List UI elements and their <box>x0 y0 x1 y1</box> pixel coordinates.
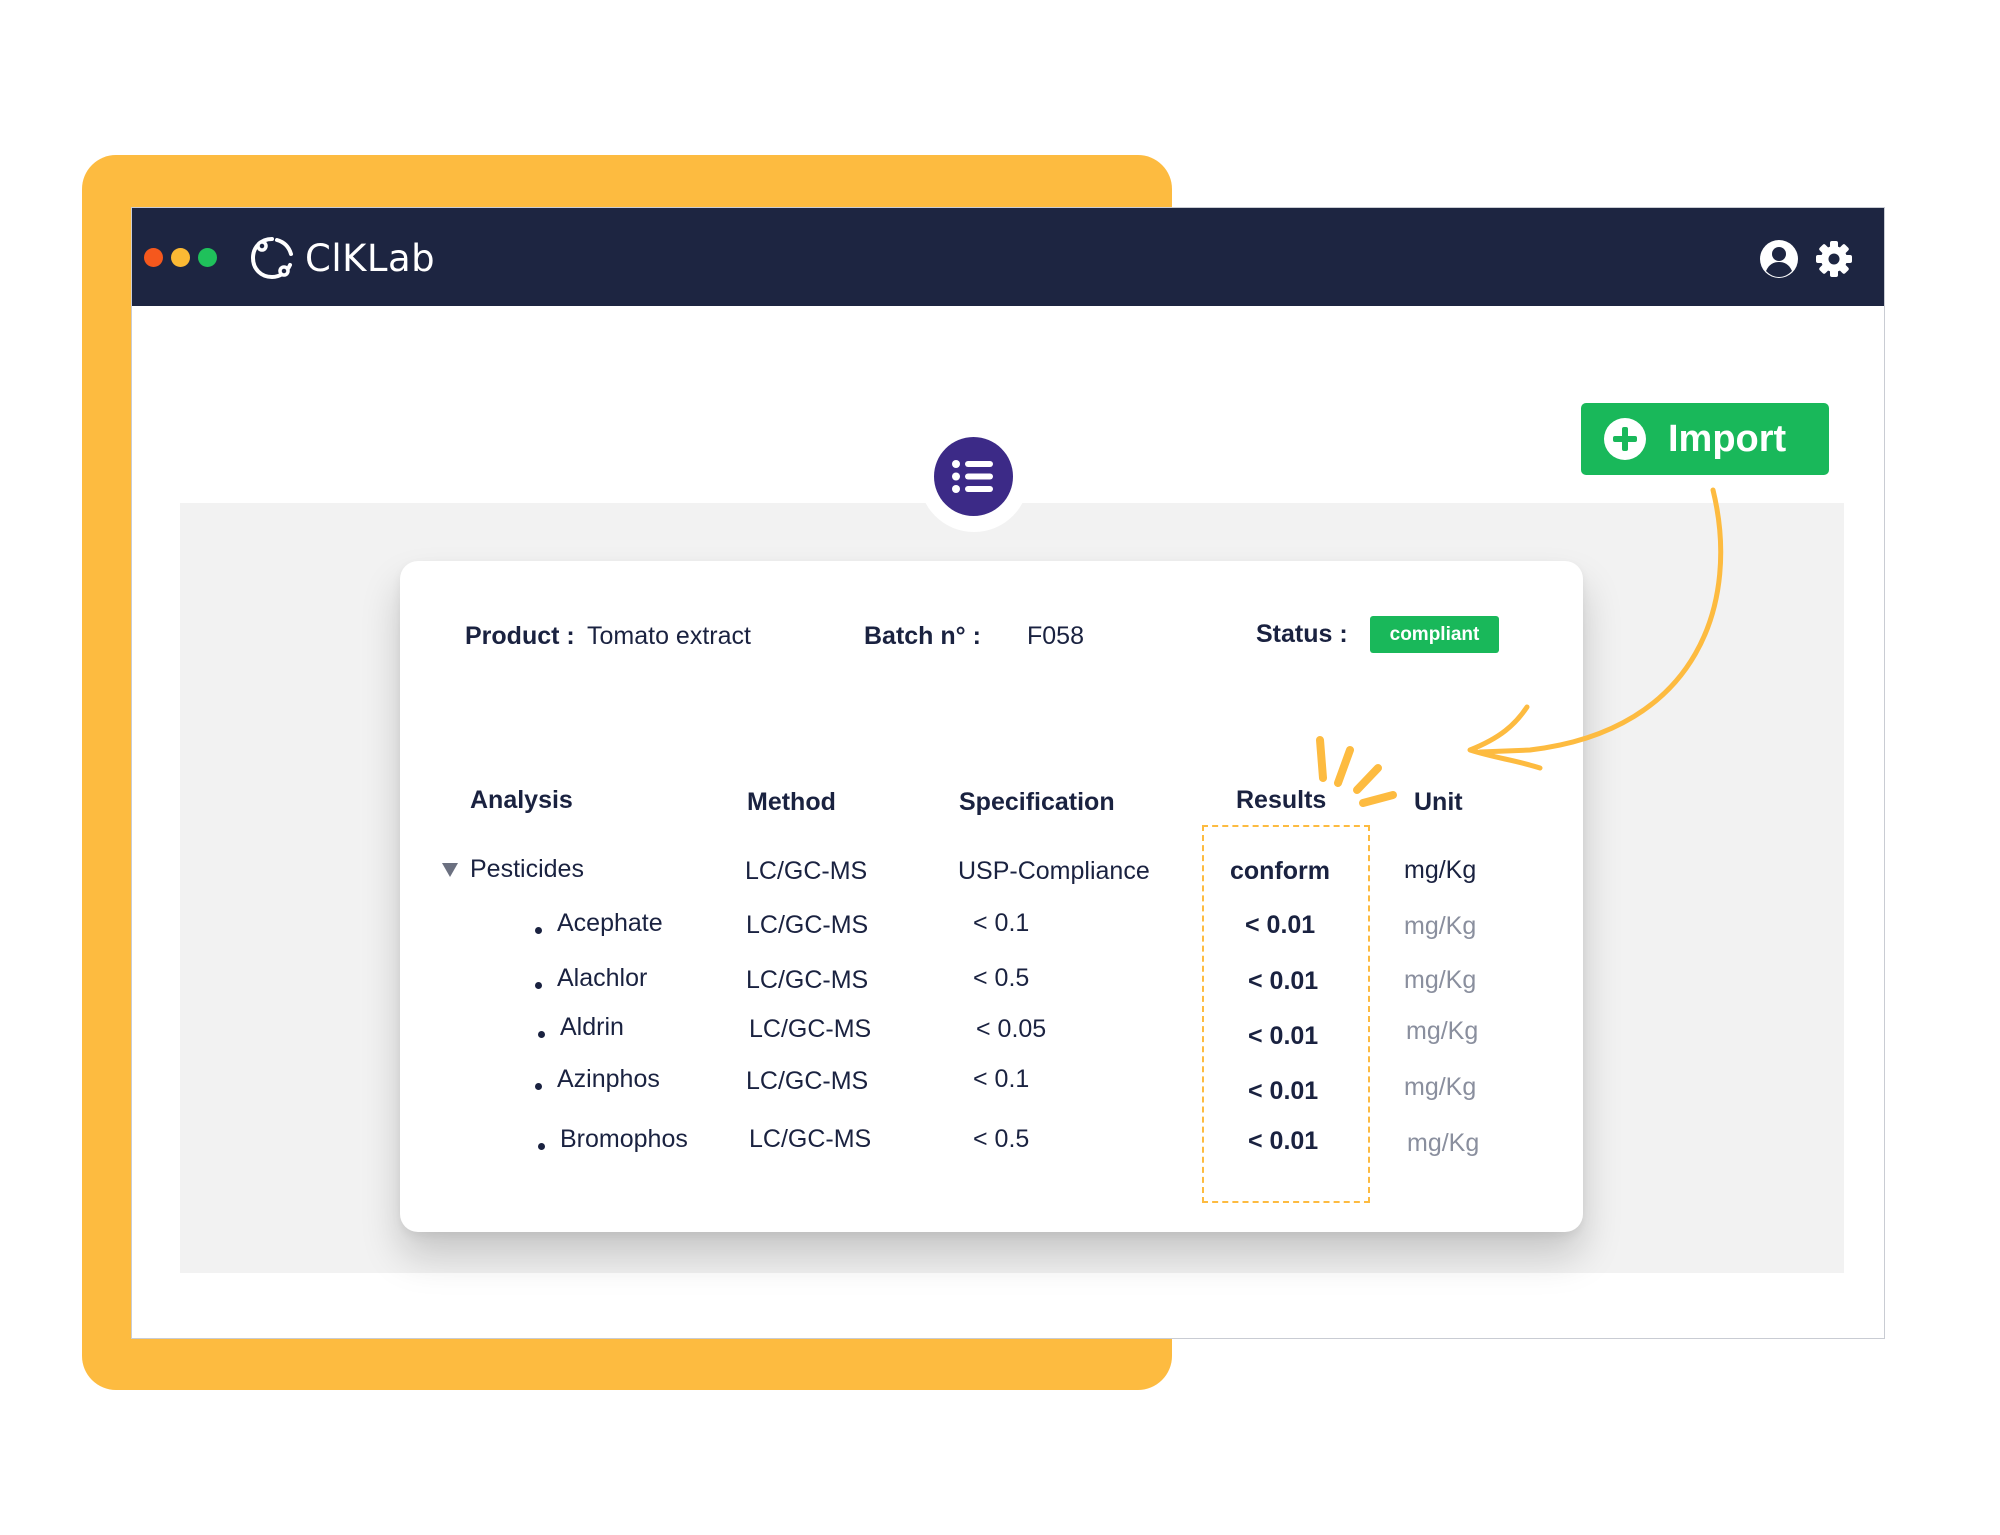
bullet-icon <box>538 1031 545 1038</box>
row-result: < 0.01 <box>1248 1022 1319 1050</box>
batch-value: F058 <box>1027 622 1084 650</box>
row-method: LC/GC-MS <box>746 1067 869 1095</box>
bullet-icon <box>535 927 542 934</box>
window-minimize-dot[interactable] <box>171 248 190 267</box>
window-close-dot[interactable] <box>144 248 163 267</box>
analysis-card: Product : Tomato extract Batch n° : F058… <box>400 561 1583 1232</box>
list-icon <box>952 460 993 493</box>
row-unit: mg/Kg <box>1406 1017 1479 1045</box>
import-button-label: Import <box>1668 418 1787 460</box>
logo-icon <box>250 237 293 280</box>
header-analysis: Analysis <box>470 786 573 814</box>
row-analysis: Azinphos <box>557 1065 660 1093</box>
top-bar: ClKLab <box>132 208 1884 306</box>
row-specification: < 0.5 <box>973 1125 1030 1153</box>
row-analysis: Acephate <box>557 909 663 937</box>
row-specification: < 0.1 <box>973 1065 1030 1093</box>
group-specification: USP-Compliance <box>958 857 1150 885</box>
row-unit: mg/Kg <box>1404 966 1477 994</box>
row-analysis: Bromophos <box>560 1125 688 1153</box>
row-result: < 0.01 <box>1248 967 1319 995</box>
header-specification: Specification <box>959 788 1115 816</box>
row-analysis: Aldrin <box>560 1013 624 1041</box>
status-badge: compliant <box>1370 616 1499 653</box>
group-result: conform <box>1230 857 1330 885</box>
list-view-button[interactable] <box>934 437 1013 516</box>
window-maximize-dot[interactable] <box>198 248 217 267</box>
user-icon[interactable] <box>1758 238 1800 280</box>
row-method: LC/GC-MS <box>749 1015 872 1043</box>
row-analysis: Alachlor <box>557 964 648 992</box>
group-unit: mg/Kg <box>1404 856 1477 884</box>
product-label: Product : <box>465 622 575 650</box>
bullet-icon <box>535 1083 542 1090</box>
row-method: LC/GC-MS <box>749 1125 872 1153</box>
row-unit: mg/Kg <box>1404 912 1477 940</box>
row-method: LC/GC-MS <box>746 911 869 939</box>
row-result: < 0.01 <box>1248 1077 1319 1105</box>
row-specification: < 0.05 <box>976 1015 1047 1043</box>
row-result: < 0.01 <box>1245 911 1316 939</box>
product-value: Tomato extract <box>587 622 751 650</box>
app-name: ClKLab <box>305 236 436 280</box>
row-unit: mg/Kg <box>1407 1129 1480 1157</box>
header-results: Results <box>1236 786 1327 814</box>
bullet-icon <box>538 1143 545 1150</box>
row-unit: mg/Kg <box>1404 1073 1477 1101</box>
group-name: Pesticides <box>470 855 584 883</box>
group-method: LC/GC-MS <box>745 857 868 885</box>
row-method: LC/GC-MS <box>746 966 869 994</box>
plus-circle-icon <box>1604 418 1646 460</box>
gear-icon[interactable] <box>1815 240 1853 278</box>
row-specification: < 0.5 <box>973 964 1030 992</box>
batch-label: Batch n° : <box>864 622 981 650</box>
collapse-triangle-icon[interactable] <box>442 863 458 877</box>
app-logo: ClKLab <box>247 230 435 286</box>
header-method: Method <box>747 788 836 816</box>
bullet-icon <box>535 982 542 989</box>
import-button[interactable]: Import <box>1581 403 1829 475</box>
status-label: Status : <box>1256 620 1348 648</box>
row-result: < 0.01 <box>1248 1127 1319 1155</box>
header-unit: Unit <box>1414 788 1463 816</box>
row-specification: < 0.1 <box>973 909 1030 937</box>
